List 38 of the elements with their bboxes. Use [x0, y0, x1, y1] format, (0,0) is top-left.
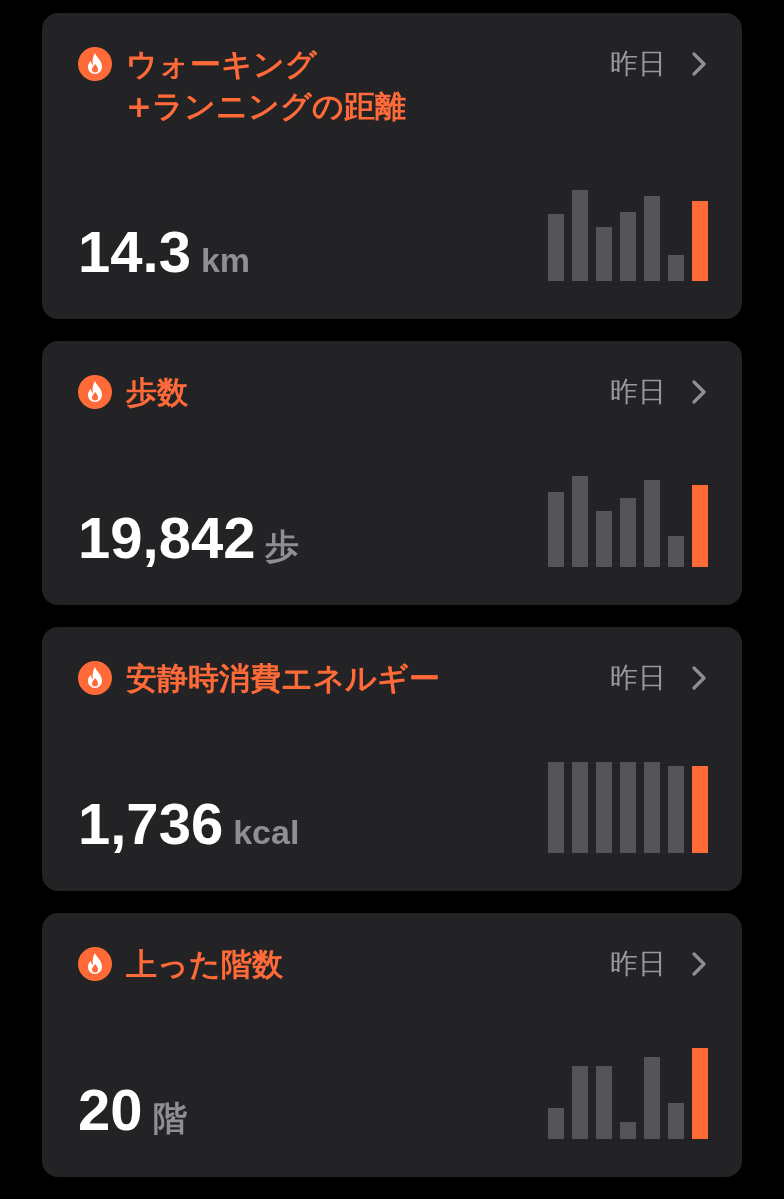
- metric-value: 20: [78, 1081, 143, 1139]
- chart-bar: [548, 1108, 564, 1139]
- flame-icon: [78, 47, 112, 81]
- metric-card[interactable]: 歩数 昨日 19,842 歩: [42, 341, 742, 605]
- chart-bar: [620, 1122, 636, 1139]
- chevron-icon: [692, 52, 706, 76]
- card-title: 歩数: [126, 373, 188, 412]
- chevron-icon: [692, 666, 706, 690]
- chart-bar: [596, 511, 612, 567]
- chevron-icon: [692, 380, 706, 404]
- unit-label: 歩: [265, 529, 300, 563]
- metric-card[interactable]: ウォーキング +ランニングの距離 昨日 14.3 km: [42, 13, 742, 319]
- chart-bar: [668, 1103, 684, 1139]
- card-title: 上った階数: [126, 945, 283, 984]
- card-title: ウォーキング +ランニングの距離: [126, 45, 406, 126]
- metric-value: 14.3: [78, 223, 191, 281]
- date-label: 昨日: [610, 46, 666, 82]
- date-label: 昨日: [610, 946, 666, 982]
- date-label: 昨日: [610, 660, 666, 696]
- unit-label: 階: [152, 1101, 187, 1135]
- card-title: 安静時消費エネルギー: [126, 659, 440, 698]
- chevron-icon: [692, 952, 706, 976]
- chart-bar: [620, 212, 636, 281]
- unit-label: kcal: [233, 815, 300, 849]
- chart-bar: [668, 536, 684, 567]
- flame-icon: [78, 661, 112, 695]
- metric-card[interactable]: 安静時消費エネルギー 昨日 1,736 kcal: [42, 627, 742, 891]
- flame-icon: [78, 947, 112, 981]
- metric-value: 19,842: [78, 509, 256, 567]
- unit-label: km: [200, 243, 251, 277]
- flame-icon: [78, 375, 112, 409]
- chart-bar: [596, 227, 612, 281]
- chart-bar: [668, 255, 684, 281]
- chart-bar: [548, 214, 564, 281]
- metric-card[interactable]: 上った階数 昨日 20 階: [42, 913, 742, 1177]
- chart-bar: [620, 498, 636, 567]
- metric-value: 1,736: [78, 795, 224, 853]
- date-label: 昨日: [610, 374, 666, 410]
